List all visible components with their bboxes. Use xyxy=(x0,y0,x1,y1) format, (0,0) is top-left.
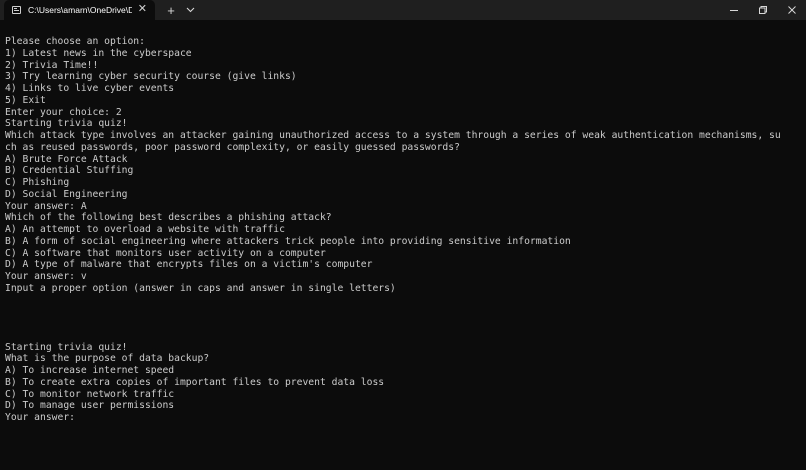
terminal-line: D) A type of malware that encrypts files… xyxy=(5,259,373,271)
terminal-tab[interactable]: C:\Users\amarn\OneDrive\De ✕ xyxy=(4,0,155,20)
restore-button[interactable] xyxy=(753,0,773,20)
terminal-line: ch as reused passwords, poor password co… xyxy=(5,141,460,153)
terminal-line: C) A software that monitors user activit… xyxy=(5,247,326,259)
terminal-line: Starting trivia quiz! xyxy=(5,341,128,353)
terminal-line: B) A form of social engineering where at… xyxy=(5,235,571,247)
terminal-line: Which of the following best describes a … xyxy=(5,212,332,224)
tab-dropdown-button[interactable] xyxy=(181,0,199,20)
terminal-line: C) Phishing xyxy=(5,177,70,188)
terminal-output[interactable]: Please choose an option: 1) Latest news i… xyxy=(5,36,801,424)
terminal-line: B) To create extra copies of important f… xyxy=(5,376,385,388)
terminal-line: 2) Trivia Time!! xyxy=(5,59,99,71)
terminal-line: Starting trivia quiz! xyxy=(5,118,128,130)
close-tab-icon[interactable]: ✕ xyxy=(138,3,147,16)
terminal-line: Enter your choice: 2 xyxy=(5,106,122,118)
terminal-line: 1) Latest news in the cyberspace xyxy=(5,47,192,59)
new-tab-button[interactable]: + xyxy=(162,0,180,20)
chevron-down-icon xyxy=(186,7,194,13)
terminal-line: Your answer: xyxy=(5,412,75,423)
title-bar: C:\Users\amarn\OneDrive\De ✕ + xyxy=(0,0,806,20)
close-window-button[interactable] xyxy=(782,0,802,20)
terminal-line: D) To manage user permissions xyxy=(5,400,175,412)
terminal-line: B) Credential Stuffing xyxy=(5,165,134,177)
terminal-line: What is the purpose of data backup? xyxy=(5,353,210,365)
terminal-line: 5) Exit xyxy=(5,94,46,106)
terminal-line: Your answer: A xyxy=(5,200,87,212)
terminal-line: D) Social Engineering xyxy=(5,188,128,200)
close-icon xyxy=(788,6,796,14)
terminal-line: Which attack type involves an attacker g… xyxy=(5,130,781,141)
terminal-line: A) Brute Force Attack xyxy=(5,153,128,165)
terminal-line: 4) Links to live cyber events xyxy=(5,83,175,94)
terminal-line: 3) Try learning cyber security course (g… xyxy=(5,71,297,83)
terminal-line: A) To increase internet speed xyxy=(5,365,175,376)
terminal-line: Your answer: v xyxy=(5,271,87,282)
minimize-button[interactable] xyxy=(724,0,744,20)
terminal-line: Please choose an option: xyxy=(5,36,145,47)
tab-title: C:\Users\amarn\OneDrive\De xyxy=(28,5,132,15)
restore-icon xyxy=(759,6,767,14)
terminal-line: A) An attempt to overload a website with… xyxy=(5,224,285,235)
terminal-line: Input a proper option (answer in caps an… xyxy=(5,282,396,294)
terminal-window: C:\Users\amarn\OneDrive\De ✕ + Please ch… xyxy=(0,0,806,470)
minimize-icon xyxy=(730,10,738,11)
terminal-line: C) To monitor network traffic xyxy=(5,388,175,400)
terminal-icon xyxy=(12,6,21,14)
